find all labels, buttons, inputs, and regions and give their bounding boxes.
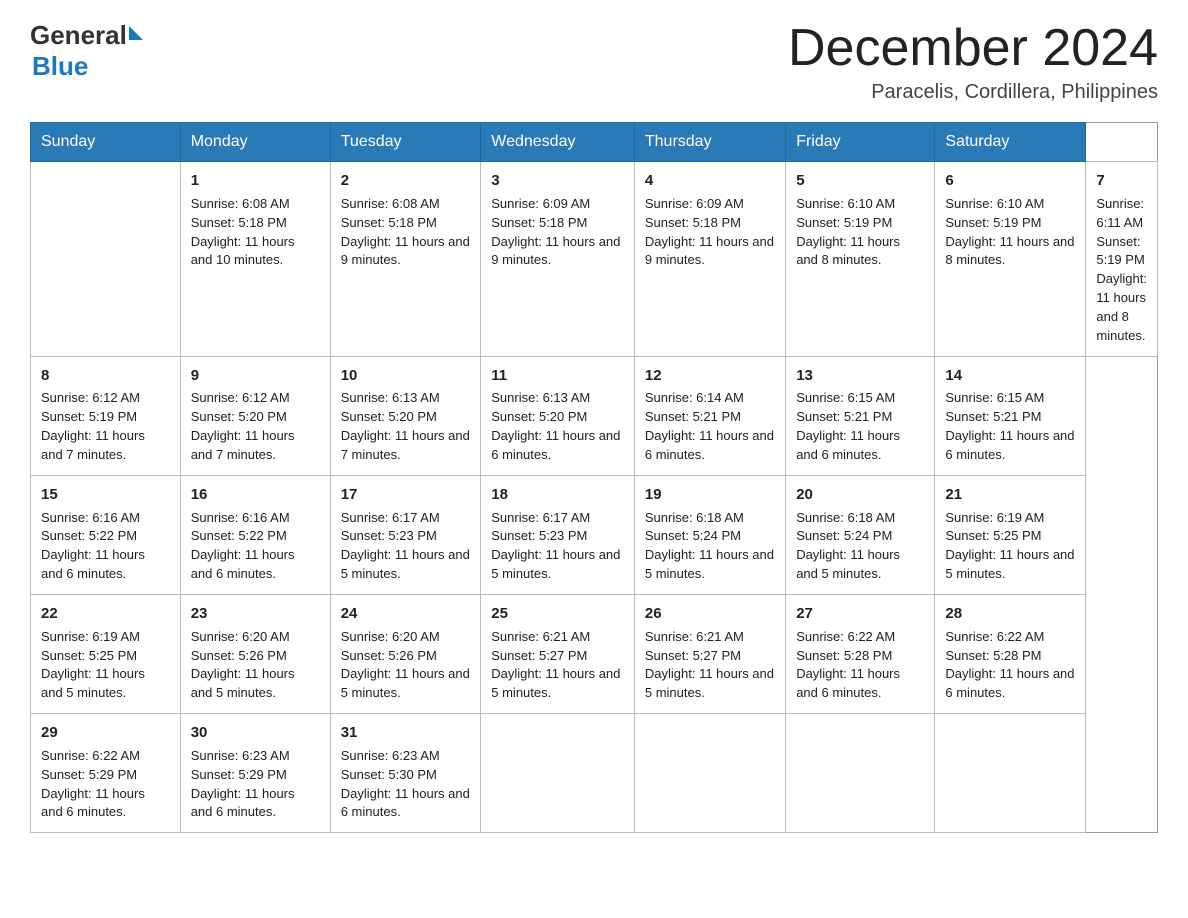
calendar-day-cell <box>935 714 1086 833</box>
day-number: 26 <box>645 603 775 625</box>
day-number: 16 <box>191 484 320 506</box>
calendar-day-cell <box>786 714 935 833</box>
day-number: 28 <box>945 603 1075 625</box>
day-number: 10 <box>341 365 471 387</box>
header-monday: Monday <box>180 123 330 162</box>
calendar-day-cell: 4Sunrise: 6:09 AMSunset: 5:18 PMDaylight… <box>634 162 785 357</box>
calendar-day-cell: 30Sunrise: 6:23 AMSunset: 5:29 PMDayligh… <box>180 714 330 833</box>
calendar-day-cell: 3Sunrise: 6:09 AMSunset: 5:18 PMDaylight… <box>481 162 635 357</box>
calendar-day-cell: 27Sunrise: 6:22 AMSunset: 5:28 PMDayligh… <box>786 594 935 713</box>
day-number: 25 <box>491 603 624 625</box>
calendar-day-cell: 6Sunrise: 6:10 AMSunset: 5:19 PMDaylight… <box>935 162 1086 357</box>
calendar-week-row: 22Sunrise: 6:19 AMSunset: 5:25 PMDayligh… <box>31 594 1158 713</box>
calendar-week-row: 1Sunrise: 6:08 AMSunset: 5:18 PMDaylight… <box>31 162 1158 357</box>
calendar-day-cell: 1Sunrise: 6:08 AMSunset: 5:18 PMDaylight… <box>180 162 330 357</box>
calendar-header-row: SundayMondayTuesdayWednesdayThursdayFrid… <box>31 123 1158 162</box>
empty-cell <box>31 162 181 357</box>
month-year-title: December 2024 <box>788 20 1158 77</box>
calendar-day-cell: 22Sunrise: 6:19 AMSunset: 5:25 PMDayligh… <box>31 594 181 713</box>
day-number: 11 <box>491 365 624 387</box>
day-number: 19 <box>645 484 775 506</box>
calendar-week-row: 15Sunrise: 6:16 AMSunset: 5:22 PMDayligh… <box>31 475 1158 594</box>
logo: General Blue <box>30 20 143 82</box>
day-number: 6 <box>945 170 1075 192</box>
logo-blue-text: Blue <box>32 51 143 82</box>
calendar-day-cell: 16Sunrise: 6:16 AMSunset: 5:22 PMDayligh… <box>180 475 330 594</box>
day-number: 30 <box>191 722 320 744</box>
logo-triangle-icon <box>129 26 143 40</box>
calendar-day-cell: 8Sunrise: 6:12 AMSunset: 5:19 PMDaylight… <box>31 356 181 475</box>
header-thursday: Thursday <box>634 123 785 162</box>
calendar-day-cell: 7Sunrise: 6:11 AMSunset: 5:19 PMDaylight… <box>1086 162 1158 357</box>
day-number: 20 <box>796 484 924 506</box>
day-number: 31 <box>341 722 471 744</box>
day-number: 4 <box>645 170 775 192</box>
calendar-day-cell: 2Sunrise: 6:08 AMSunset: 5:18 PMDaylight… <box>330 162 481 357</box>
calendar-day-cell: 29Sunrise: 6:22 AMSunset: 5:29 PMDayligh… <box>31 714 181 833</box>
title-section: December 2024 Paracelis, Cordillera, Phi… <box>788 20 1158 104</box>
header-sunday: Sunday <box>31 123 181 162</box>
calendar-day-cell: 18Sunrise: 6:17 AMSunset: 5:23 PMDayligh… <box>481 475 635 594</box>
calendar-day-cell: 20Sunrise: 6:18 AMSunset: 5:24 PMDayligh… <box>786 475 935 594</box>
day-number: 12 <box>645 365 775 387</box>
day-number: 8 <box>41 365 170 387</box>
header-friday: Friday <box>786 123 935 162</box>
day-number: 23 <box>191 603 320 625</box>
header-saturday: Saturday <box>935 123 1086 162</box>
calendar-day-cell: 28Sunrise: 6:22 AMSunset: 5:28 PMDayligh… <box>935 594 1086 713</box>
day-number: 21 <box>945 484 1075 506</box>
calendar-day-cell: 26Sunrise: 6:21 AMSunset: 5:27 PMDayligh… <box>634 594 785 713</box>
day-number: 17 <box>341 484 471 506</box>
day-number: 29 <box>41 722 170 744</box>
calendar-table: SundayMondayTuesdayWednesdayThursdayFrid… <box>30 122 1158 833</box>
day-number: 3 <box>491 170 624 192</box>
day-number: 5 <box>796 170 924 192</box>
day-number: 2 <box>341 170 471 192</box>
day-number: 22 <box>41 603 170 625</box>
calendar-day-cell <box>634 714 785 833</box>
day-number: 1 <box>191 170 320 192</box>
calendar-day-cell: 14Sunrise: 6:15 AMSunset: 5:21 PMDayligh… <box>935 356 1086 475</box>
calendar-day-cell: 25Sunrise: 6:21 AMSunset: 5:27 PMDayligh… <box>481 594 635 713</box>
calendar-day-cell: 17Sunrise: 6:17 AMSunset: 5:23 PMDayligh… <box>330 475 481 594</box>
calendar-week-row: 29Sunrise: 6:22 AMSunset: 5:29 PMDayligh… <box>31 714 1158 833</box>
logo-general-text: General <box>30 20 127 51</box>
day-number: 14 <box>945 365 1075 387</box>
calendar-day-cell: 31Sunrise: 6:23 AMSunset: 5:30 PMDayligh… <box>330 714 481 833</box>
calendar-day-cell: 11Sunrise: 6:13 AMSunset: 5:20 PMDayligh… <box>481 356 635 475</box>
day-number: 7 <box>1096 170 1147 192</box>
calendar-day-cell: 15Sunrise: 6:16 AMSunset: 5:22 PMDayligh… <box>31 475 181 594</box>
calendar-week-row: 8Sunrise: 6:12 AMSunset: 5:19 PMDaylight… <box>31 356 1158 475</box>
calendar-day-cell: 12Sunrise: 6:14 AMSunset: 5:21 PMDayligh… <box>634 356 785 475</box>
calendar-day-cell: 19Sunrise: 6:18 AMSunset: 5:24 PMDayligh… <box>634 475 785 594</box>
calendar-day-cell: 5Sunrise: 6:10 AMSunset: 5:19 PMDaylight… <box>786 162 935 357</box>
calendar-day-cell: 10Sunrise: 6:13 AMSunset: 5:20 PMDayligh… <box>330 356 481 475</box>
calendar-day-cell: 13Sunrise: 6:15 AMSunset: 5:21 PMDayligh… <box>786 356 935 475</box>
calendar-day-cell <box>481 714 635 833</box>
day-number: 27 <box>796 603 924 625</box>
page-header: General Blue December 2024 Paracelis, Co… <box>30 20 1158 104</box>
calendar-day-cell: 9Sunrise: 6:12 AMSunset: 5:20 PMDaylight… <box>180 356 330 475</box>
day-number: 9 <box>191 365 320 387</box>
calendar-day-cell: 24Sunrise: 6:20 AMSunset: 5:26 PMDayligh… <box>330 594 481 713</box>
day-number: 15 <box>41 484 170 506</box>
header-wednesday: Wednesday <box>481 123 635 162</box>
day-number: 24 <box>341 603 471 625</box>
calendar-day-cell: 21Sunrise: 6:19 AMSunset: 5:25 PMDayligh… <box>935 475 1086 594</box>
header-tuesday: Tuesday <box>330 123 481 162</box>
location-subtitle: Paracelis, Cordillera, Philippines <box>788 81 1158 104</box>
day-number: 13 <box>796 365 924 387</box>
calendar-day-cell: 23Sunrise: 6:20 AMSunset: 5:26 PMDayligh… <box>180 594 330 713</box>
day-number: 18 <box>491 484 624 506</box>
